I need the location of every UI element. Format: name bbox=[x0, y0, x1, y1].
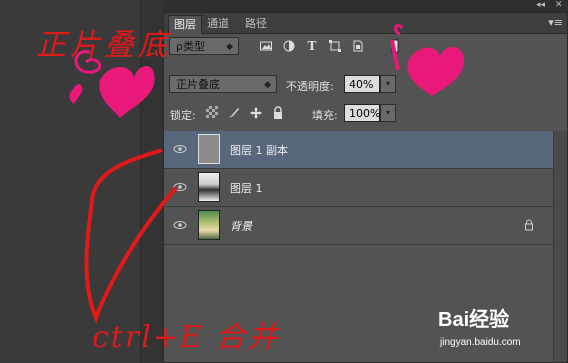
visibility-eye-icon[interactable] bbox=[173, 219, 187, 229]
chevron-updown-icon: ◆ bbox=[264, 80, 271, 90]
tab-paths[interactable]: 路径 bbox=[240, 15, 272, 33]
fill-input[interactable]: 100% bbox=[344, 104, 380, 122]
layer-row[interactable]: 图层 1 副本 bbox=[164, 131, 554, 169]
shape-filter-icon[interactable] bbox=[328, 39, 342, 53]
filter-kind-dropdown[interactable]: ρ类型 ◆ bbox=[169, 37, 239, 55]
filter-kind-label: ρ类型 bbox=[176, 40, 205, 53]
panel-menu-icon[interactable]: ▾≡ bbox=[548, 16, 563, 29]
panel-tabs: 图层 通道 路径 ▾≡ bbox=[164, 13, 567, 34]
blend-row: 正片叠底 ◆ 不透明度: 40% ▾ bbox=[164, 75, 567, 97]
tab-channels[interactable]: 通道 bbox=[202, 15, 234, 33]
layer-row[interactable]: 背景 bbox=[164, 207, 554, 245]
filter-toggle-icon[interactable] bbox=[388, 39, 402, 53]
tab-layers[interactable]: 图层 bbox=[168, 15, 202, 34]
lock-row: 锁定: 填充: 100% ▾ bbox=[164, 104, 567, 126]
canvas-area bbox=[0, 0, 163, 363]
blend-mode-dropdown[interactable]: 正片叠底 ◆ bbox=[169, 75, 277, 93]
smart-object-filter-icon[interactable] bbox=[351, 39, 365, 53]
layer-thumbnail bbox=[198, 134, 220, 164]
filter-row: ρ类型 ◆ T bbox=[164, 37, 567, 59]
lock-label: 锁定: bbox=[170, 109, 196, 122]
layer-name: 图层 1 bbox=[230, 182, 263, 195]
panel-dock-strip bbox=[140, 0, 164, 363]
layers-panel: 图层 通道 路径 ▾≡ ρ类型 ◆ T 正片叠底 ◆ 不透明度: 40% ▾ 锁… bbox=[163, 12, 568, 363]
opacity-slider-button[interactable]: ▾ bbox=[380, 75, 396, 93]
type-filter-icon[interactable]: T bbox=[305, 39, 319, 53]
visibility-eye-icon[interactable] bbox=[173, 181, 187, 191]
panel-topbar: ◂◂ ✕ bbox=[163, 0, 568, 12]
lock-image-pixels-icon[interactable] bbox=[227, 106, 241, 120]
image-filter-icon[interactable] bbox=[259, 39, 273, 53]
opacity-label: 不透明度: bbox=[286, 80, 334, 93]
layer-thumbnail bbox=[198, 172, 220, 202]
lock-all-icon[interactable] bbox=[271, 106, 285, 120]
adjustment-filter-icon[interactable] bbox=[282, 39, 296, 53]
blend-mode-value: 正片叠底 bbox=[176, 78, 220, 91]
lock-transparent-pixels-icon[interactable] bbox=[205, 106, 219, 120]
chevron-updown-icon: ◆ bbox=[226, 42, 233, 52]
layer-name: 背景 bbox=[230, 220, 252, 233]
lock-position-icon[interactable] bbox=[249, 106, 263, 120]
visibility-eye-icon[interactable] bbox=[173, 143, 187, 153]
layer-name: 图层 1 副本 bbox=[230, 144, 288, 157]
fill-slider-button[interactable]: ▾ bbox=[380, 104, 396, 122]
layer-row[interactable]: 图层 1 bbox=[164, 169, 554, 207]
collapse-panel-icon[interactable]: ◂◂ bbox=[536, 0, 545, 10]
layer-thumbnail bbox=[198, 210, 220, 240]
lock-icon bbox=[524, 219, 534, 231]
fill-label: 填充: bbox=[312, 109, 338, 122]
layers-scrollbar[interactable] bbox=[553, 131, 567, 362]
close-panel-icon[interactable]: ✕ bbox=[555, 0, 563, 10]
opacity-input[interactable]: 40% bbox=[344, 75, 380, 93]
